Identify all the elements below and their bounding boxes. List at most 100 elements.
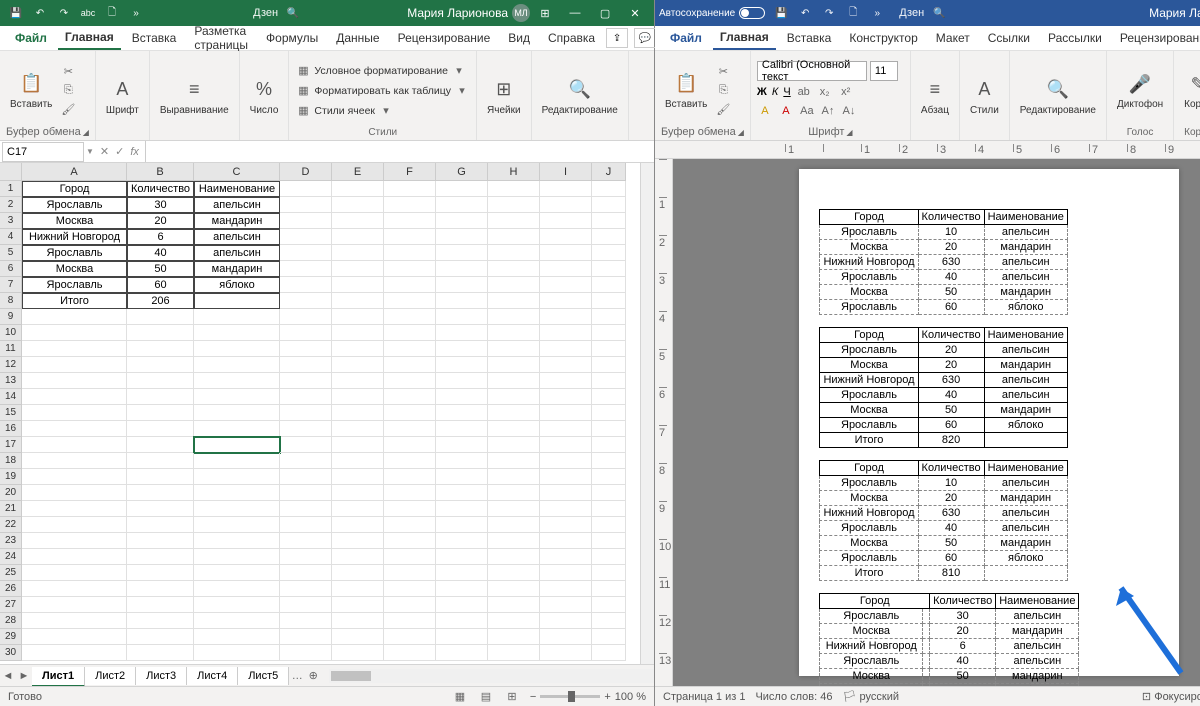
format-table-button[interactable]: ▦Форматировать как таблицу▾ <box>295 83 470 99</box>
format-painter-icon[interactable]: 🖌 <box>60 101 76 117</box>
menu-refs[interactable]: Ссылки <box>981 27 1037 49</box>
sheet-nav-prev[interactable]: ◄ <box>0 670 16 682</box>
page-indicator[interactable]: Страница 1 из 1 <box>663 691 745 703</box>
close-icon[interactable]: ✕ <box>620 0 650 26</box>
user-avatar[interactable]: МЛ <box>512 4 530 22</box>
word-count[interactable]: Число слов: 46 <box>755 691 832 703</box>
view-normal-icon[interactable]: ▦ <box>452 689 468 705</box>
bold-icon[interactable]: Ж <box>757 86 767 98</box>
touch-icon[interactable]: 🗋 <box>103 4 121 22</box>
strike-icon[interactable]: ab <box>796 84 812 100</box>
zoom-in-icon[interactable]: + <box>604 691 610 703</box>
redo-icon[interactable]: ↷ <box>55 4 73 22</box>
menu-mail[interactable]: Рассылки <box>1041 27 1109 49</box>
sheet-tab[interactable]: Лист1 <box>32 667 85 687</box>
menu-home[interactable]: Главная <box>58 26 121 50</box>
menu-layout[interactable]: Макет <box>929 27 977 49</box>
editing-button[interactable]: 🔍Редактирование <box>1016 75 1100 118</box>
view-break-icon[interactable]: ⊞ <box>504 689 520 705</box>
cancel-fx-icon[interactable]: ✕ <box>100 145 109 158</box>
redo-icon[interactable]: ↷ <box>820 4 838 22</box>
copy-icon[interactable]: ⎘ <box>60 82 76 98</box>
save-icon[interactable]: 💾 <box>7 4 25 22</box>
sheet-tab[interactable]: Лист4 <box>187 667 238 685</box>
menu-review[interactable]: Рецензирование <box>1113 27 1200 49</box>
font-button[interactable]: AШрифт <box>102 75 143 118</box>
menu-review[interactable]: Рецензирование <box>391 27 498 49</box>
font-size-box[interactable]: 11 <box>870 61 898 81</box>
sheet-tab[interactable]: Лист2 <box>85 667 136 685</box>
styles-button[interactable]: AСтили <box>966 75 1003 118</box>
name-box[interactable]: C17 <box>2 142 84 162</box>
minimize-icon[interactable]: — <box>560 0 590 26</box>
word-table[interactable]: ГородКоличествоНаименованиеЯрославль10ап… <box>819 460 1067 581</box>
ribbon-options-icon[interactable]: ⊞ <box>530 0 560 26</box>
grow-font-icon[interactable]: A↑ <box>820 103 836 119</box>
sheet-nav-next[interactable]: ► <box>16 670 32 682</box>
vertical-ruler[interactable]: 1234567891011121314151617181920212223242… <box>655 159 673 686</box>
maximize-icon[interactable]: ▢ <box>590 0 620 26</box>
subscript-icon[interactable]: x₂ <box>817 84 833 100</box>
menu-home[interactable]: Главная <box>713 26 776 50</box>
editor-button[interactable]: ✎Корре <box>1180 69 1200 112</box>
highlight-icon[interactable]: A <box>757 103 773 119</box>
undo-icon[interactable]: ↶ <box>796 4 814 22</box>
view-layout-icon[interactable]: ▤ <box>478 689 494 705</box>
para-button[interactable]: ≡Абзац <box>917 75 953 118</box>
font-name-box[interactable]: Calibri (Основной текст <box>757 61 867 81</box>
save-icon[interactable]: 💾 <box>772 4 790 22</box>
sheet-more-icon[interactable]: … <box>289 670 305 682</box>
menu-data[interactable]: Данные <box>329 27 386 49</box>
language-indicator[interactable]: 🏳 русский <box>843 690 900 703</box>
comments-icon[interactable]: 💬 <box>634 28 656 48</box>
dictate-button[interactable]: 🎤Диктофон <box>1113 69 1167 112</box>
spellcheck-icon[interactable]: abc <box>79 4 97 22</box>
zoom-out-icon[interactable]: − <box>530 691 536 703</box>
cond-format-button[interactable]: ▦Условное форматирование▾ <box>295 63 470 79</box>
sheet-tab[interactable]: Лист5 <box>238 667 289 685</box>
share-icon[interactable]: ⇪ <box>606 28 628 48</box>
underline-icon[interactable]: Ч <box>783 86 790 98</box>
qat-more-icon[interactable]: » <box>868 4 886 22</box>
cell-styles-button[interactable]: ▦Стили ячеек▾ <box>295 103 470 119</box>
focus-mode[interactable]: ⊡ Фокусировка <box>1142 690 1200 703</box>
case-icon[interactable]: Aa <box>799 103 815 119</box>
touch-icon[interactable]: 🗋 <box>844 4 862 22</box>
font-color-icon[interactable]: A <box>778 103 794 119</box>
vertical-scrollbar[interactable] <box>640 163 654 664</box>
menu-file[interactable]: Файл <box>8 27 54 49</box>
align-button[interactable]: ≡Выравнивание <box>156 75 233 118</box>
horizontal-scrollbar[interactable] <box>329 669 654 683</box>
sheet-tab[interactable]: Лист3 <box>136 667 187 685</box>
shrink-font-icon[interactable]: A↓ <box>841 103 857 119</box>
zoom-slider[interactable] <box>540 695 600 698</box>
search-icon[interactable]: 🔍 <box>284 4 302 22</box>
paste-button[interactable]: 📋Вставить <box>661 69 711 112</box>
editing-button[interactable]: 🔍Редактирование <box>538 75 622 118</box>
enter-fx-icon[interactable]: ✓ <box>115 145 124 158</box>
cut-icon[interactable]: ✂ <box>715 63 731 79</box>
number-button[interactable]: %Число <box>246 75 283 118</box>
menu-view[interactable]: Вид <box>501 27 537 49</box>
cells-button[interactable]: ⊞Ячейки <box>483 75 525 118</box>
menu-help[interactable]: Справка <box>541 27 602 49</box>
word-table[interactable]: ГородКоличествоНаименованиеЯрославль30ап… <box>819 593 1079 686</box>
menu-formulas[interactable]: Формулы <box>259 27 325 49</box>
document-area[interactable]: ГородКоличествоНаименованиеЯрославль10ап… <box>673 159 1200 686</box>
copy-icon[interactable]: ⎘ <box>715 82 731 98</box>
word-table[interactable]: ГородКоличествоНаименованиеЯрославль20ап… <box>819 327 1067 448</box>
zoom-value[interactable]: 100 % <box>615 691 646 703</box>
menu-design[interactable]: Конструктор <box>842 27 924 49</box>
autosave-toggle[interactable] <box>739 7 765 19</box>
zen-label[interactable]: Дзен <box>899 4 924 22</box>
paste-button[interactable]: 📋Вставить <box>6 69 56 112</box>
menu-insert[interactable]: Вставка <box>780 27 839 49</box>
fx-icon[interactable]: fx <box>130 146 139 158</box>
menu-file[interactable]: Файл <box>663 27 709 49</box>
superscript-icon[interactable]: x² <box>838 84 854 100</box>
word-table[interactable]: ГородКоличествоНаименованиеЯрославль10ап… <box>819 209 1067 315</box>
horizontal-ruler[interactable]: 112345678910111213141516 <box>655 141 1200 159</box>
new-sheet-icon[interactable]: ⊕ <box>305 669 321 682</box>
qat-more-icon[interactable]: » <box>127 4 145 22</box>
spreadsheet-grid[interactable]: ABCDEFGHIJ1ГородКоличествоНаименование2Я… <box>0 163 640 664</box>
